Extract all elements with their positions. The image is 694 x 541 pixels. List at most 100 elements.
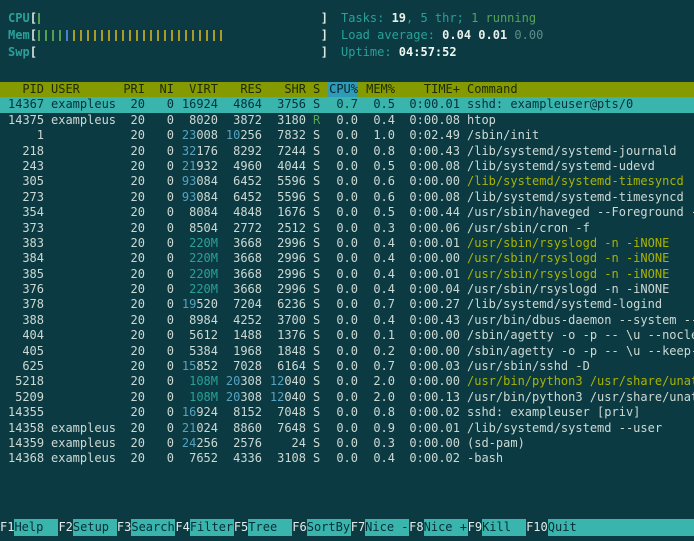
- process-row-pid-14367[interactable]: 14367exampleus2001692448643756S0.70.50:0…: [0, 97, 694, 112]
- column-header-s[interactable]: S: [313, 82, 321, 97]
- column-header-virt[interactable]: VIRT: [181, 82, 218, 97]
- fkey-nice-[interactable]: F7Nice -: [351, 519, 409, 536]
- cell-pri: 20: [123, 251, 145, 266]
- process-row-pid-14355[interactable]: 143552001692481527048S0.00.80:00.02sshd:…: [0, 405, 694, 420]
- cell-pid: 388: [8, 313, 44, 328]
- column-header-pid[interactable]: PID: [8, 82, 44, 97]
- cell-pri: 20: [123, 374, 145, 389]
- cell-time: 0:00.44: [402, 205, 460, 220]
- cell-cmd: /usr/bin/python3 /usr/share/unattended-u…: [467, 374, 694, 389]
- fkey-action-label: Nice +: [424, 519, 468, 536]
- column-header-shr[interactable]: SHR: [269, 82, 306, 97]
- cell-pid: 384: [8, 251, 44, 266]
- fkey-sortby[interactable]: F6SortBy: [292, 519, 350, 536]
- meter-tick-yellow: [101, 30, 103, 41]
- cell-ni: 0: [152, 436, 174, 451]
- process-row-pid-14358[interactable]: 14358exampleus2002102488607648S0.00.90:0…: [0, 421, 694, 436]
- process-row-pid-1[interactable]: 120023008102567832S0.01.00:02.49/sbin/in…: [0, 128, 694, 143]
- cell-shr: 2996: [269, 282, 306, 297]
- cell-pri: 20: [123, 174, 145, 189]
- process-row-pid-373[interactable]: 373200850427722512S0.00.30:00.06/usr/sbi…: [0, 221, 694, 236]
- meter-tick-green: [38, 13, 40, 24]
- process-row-pid-243[interactable]: 2432002193249604044S0.00.50:00.08/lib/sy…: [0, 159, 694, 174]
- fkey-setup[interactable]: F2Setup: [58, 519, 116, 536]
- cell-s: S: [313, 374, 321, 389]
- cell-pri: 20: [123, 390, 145, 405]
- cell-user: [51, 205, 116, 220]
- cell-s: S: [313, 328, 321, 343]
- fkey-key-label: F7: [351, 519, 365, 536]
- fkey-kill[interactable]: F9Kill: [468, 519, 526, 536]
- process-row-pid-273[interactable]: 2732009308464525596S0.00.60:00.08/lib/sy…: [0, 190, 694, 205]
- swap-meter-open-bracket: [: [30, 44, 37, 61]
- process-row-pid-14375[interactable]: 14375exampleus200802038723180R0.00.40:00…: [0, 113, 694, 128]
- process-row-pid-385[interactable]: 385200220M36682996S0.00.40:00.01/usr/sbi…: [0, 267, 694, 282]
- process-row-pid-625[interactable]: 6252001585270286164S0.00.70:00.03/usr/sb…: [0, 359, 694, 374]
- process-row-pid-354[interactable]: 354200808448481676S0.00.50:00.44/usr/sbi…: [0, 205, 694, 220]
- process-table: PID USER PRI NI VIRT RES SHR S CPU% MEM% TIME+ Comm…: [0, 82, 694, 467]
- cell-pid: 354: [8, 205, 44, 220]
- column-header-cmd[interactable]: Command: [467, 82, 694, 97]
- cell-ni: 0: [152, 374, 174, 389]
- cell-user: [51, 405, 116, 420]
- cell-cpu: 0.0: [328, 205, 358, 220]
- cell-cpu: 0.0: [328, 328, 358, 343]
- process-row-pid-14359[interactable]: 14359exampleus20024256257624S0.00.30:00.…: [0, 436, 694, 451]
- process-row-pid-376[interactable]: 376200220M36682996S0.00.40:00.04/usr/sbi…: [0, 282, 694, 297]
- cell-pri: 20: [123, 405, 145, 420]
- process-row-pid-388[interactable]: 388200898442523700S0.00.40:00.43/usr/bin…: [0, 313, 694, 328]
- cell-virt: 15852: [181, 359, 218, 374]
- column-header-mem[interactable]: MEM%: [365, 82, 395, 97]
- cell-shr: 6164: [269, 359, 306, 374]
- stat-segment: Uptime:: [341, 45, 399, 59]
- stat-segment: 0.01: [478, 28, 514, 42]
- cell-ni: 0: [152, 451, 174, 466]
- column-header-res[interactable]: RES: [225, 82, 262, 97]
- process-row-pid-5218[interactable]: 5218200108M2030812040S0.02.00:00.00/usr/…: [0, 374, 694, 389]
- cell-cpu: 0.0: [328, 344, 358, 359]
- column-header-user[interactable]: USER: [51, 82, 116, 97]
- cell-cmd: htop: [467, 113, 694, 128]
- cell-cmd: /usr/bin/dbus-daemon --system --address=…: [467, 313, 694, 328]
- process-row-pid-218[interactable]: 2182003217682927244S0.00.80:00.43/lib/sy…: [0, 144, 694, 159]
- fkey-key-label: F8: [409, 519, 423, 536]
- process-row-pid-14368[interactable]: 14368exampleus200765243363108S0.00.40:00…: [0, 451, 694, 466]
- swap-meter-bar: [37, 47, 321, 59]
- cell-user: [51, 128, 116, 143]
- column-header-pri[interactable]: PRI: [123, 82, 145, 97]
- cell-s: S: [313, 128, 321, 143]
- fkey-search[interactable]: F3Search: [117, 519, 175, 536]
- load-average-line: Load average: 0.04 0.01 0.00: [341, 27, 543, 44]
- cell-cmd: /usr/bin/python3 /usr/share/unattended-u…: [467, 390, 694, 405]
- process-row-pid-405[interactable]: 405200538419681848S0.00.20:00.00/sbin/ag…: [0, 344, 694, 359]
- cell-shr: 5596: [269, 174, 306, 189]
- process-row-pid-384[interactable]: 384200220M36682996S0.00.40:00.00/usr/sbi…: [0, 251, 694, 266]
- process-row-pid-378[interactable]: 3782001952072046236S0.00.70:00.27/lib/sy…: [0, 297, 694, 312]
- process-row-pid-305[interactable]: 3052009308464525596S0.00.60:00.00/lib/sy…: [0, 174, 694, 189]
- cell-cmd: /usr/sbin/haveged --Foreground --verbose…: [467, 205, 694, 220]
- fkey-help[interactable]: F1Help: [0, 519, 58, 536]
- column-header-time[interactable]: TIME+: [402, 82, 460, 97]
- fkey-quit[interactable]: F10Quit: [526, 519, 694, 536]
- cell-pri: 20: [123, 359, 145, 374]
- process-row-pid-5209[interactable]: 5209200108M2030812040S0.02.00:00.13/usr/…: [0, 390, 694, 405]
- fkey-action-label: Filter: [190, 519, 234, 536]
- process-row-pid-383[interactable]: 383200220M36682996S0.00.40:00.01/usr/sbi…: [0, 236, 694, 251]
- cell-pid: 14375: [8, 113, 44, 128]
- cell-mem: 2.0: [365, 374, 395, 389]
- process-row-pid-404[interactable]: 404200561214881376S0.00.10:00.00/sbin/ag…: [0, 328, 694, 343]
- column-header-ni[interactable]: NI: [152, 82, 174, 97]
- cell-pid: 14368: [8, 451, 44, 466]
- stat-segment: 04:57:52: [399, 45, 457, 59]
- cell-shr: 3700: [269, 313, 306, 328]
- mem-meter-bar: [37, 30, 321, 42]
- fkey-tree[interactable]: F5Tree: [234, 519, 292, 536]
- cell-user: [51, 267, 116, 282]
- column-header-cpu[interactable]: CPU%: [328, 82, 358, 97]
- cell-shr: 24: [269, 436, 306, 451]
- fkey-nice-[interactable]: F8Nice +: [409, 519, 467, 536]
- cell-cmd: -bash: [467, 451, 694, 466]
- fkey-filter[interactable]: F4Filter: [175, 519, 233, 536]
- stat-segment: 0.04: [442, 28, 478, 42]
- cell-cmd: /sbin/agetty -o -p -- \u --noclear tty1 …: [467, 328, 694, 343]
